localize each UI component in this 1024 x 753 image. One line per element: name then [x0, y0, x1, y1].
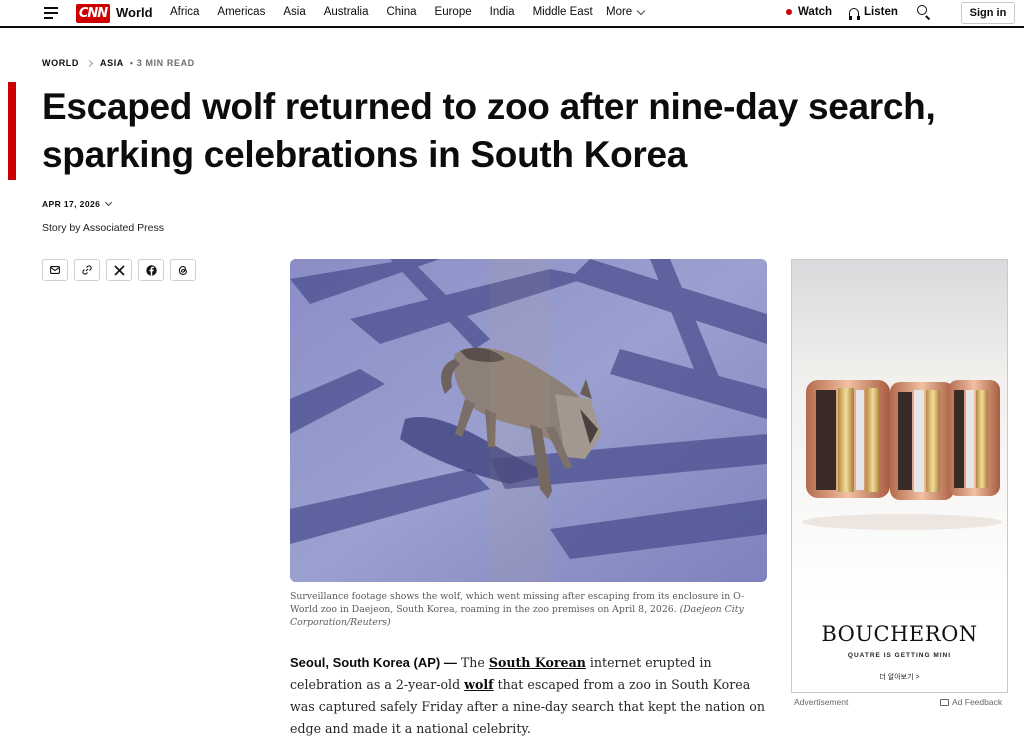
ad-brand: BOUCHERON	[821, 622, 978, 646]
ad-tagline: QUATRE IS GETTING MINI	[847, 652, 952, 659]
chevron-down-icon	[636, 6, 646, 15]
wolf-link[interactable]: wolf	[464, 677, 493, 692]
advertisement-boucheron[interactable]: BOUCHERON QUATRE IS GETTING MINI 더 알아보기 …	[791, 259, 1008, 693]
article-paragraph: Seoul, South Korea (AP) — The South Kore…	[290, 652, 768, 740]
watch-label: Watch	[798, 6, 833, 18]
share-x-button[interactable]	[106, 259, 132, 281]
threads-icon	[178, 265, 187, 275]
chevron-right-icon	[85, 59, 94, 67]
section-title[interactable]: World	[116, 5, 153, 20]
link-icon	[82, 265, 92, 275]
more-menu[interactable]: More	[606, 6, 646, 18]
read-time: • 3 MIN READ	[129, 58, 195, 68]
nav-link-australia[interactable]: Australia	[324, 6, 369, 18]
share-threads-button[interactable]	[170, 259, 196, 281]
email-icon	[50, 266, 60, 274]
share-link-button[interactable]	[74, 259, 100, 281]
image-caption: Surveillance footage shows the wolf, whi…	[290, 590, 760, 629]
dateline: Seoul, South Korea (AP) —	[290, 655, 457, 670]
caption-text: Surveillance footage shows the wolf, whi…	[290, 591, 745, 615]
breadcrumb-asia[interactable]: ASIA	[100, 58, 124, 68]
headline-accent-bar	[8, 82, 16, 180]
menu-icon[interactable]	[44, 7, 58, 19]
watch-button[interactable]: Watch	[786, 6, 832, 18]
breadcrumb: WORLD ASIA • 3 MIN READ	[42, 58, 195, 68]
south-korean-link[interactable]: South Korean	[489, 655, 586, 670]
article-headline: Escaped wolf returned to zoo after nine-…	[42, 86, 936, 175]
live-dot-icon	[786, 9, 792, 15]
body-text-1: The	[460, 655, 485, 670]
region-links: Africa Americas Asia Australia China Eur…	[170, 6, 611, 18]
facebook-icon	[145, 264, 157, 276]
listen-button[interactable]: Listen	[848, 6, 898, 20]
nav-link-asia[interactable]: Asia	[283, 6, 305, 18]
x-icon	[113, 264, 125, 276]
search-icon[interactable]	[917, 5, 931, 20]
cnn-logo[interactable]: CNN	[76, 4, 110, 23]
feedback-icon	[940, 698, 949, 706]
nav-link-americas[interactable]: Americas	[217, 6, 265, 18]
wolf-surveillance-image	[290, 259, 767, 582]
nav-link-europe[interactable]: Europe	[435, 6, 472, 18]
publish-date[interactable]: APR 17, 2026	[42, 198, 113, 209]
listen-label: Listen	[864, 6, 898, 18]
nav-link-middle-east[interactable]: Middle East	[533, 6, 593, 18]
share-facebook-button[interactable]	[138, 259, 164, 281]
share-bar	[42, 259, 196, 281]
nav-link-africa[interactable]: Africa	[170, 6, 199, 18]
ad-cta[interactable]: 더 알아보기 >	[792, 672, 1007, 682]
chevron-down-icon	[105, 198, 113, 207]
nav-link-india[interactable]: India	[490, 6, 515, 18]
more-label: More	[606, 6, 633, 18]
byline: Story by Associated Press	[42, 222, 164, 234]
article-image[interactable]	[290, 259, 767, 582]
advertisement-label: Advertisement	[794, 697, 849, 707]
rings-ad-image	[792, 260, 1007, 600]
breadcrumb-world[interactable]: WORLD	[42, 58, 79, 68]
ad-feedback-button[interactable]: Ad Feedback	[940, 697, 1002, 707]
sign-in-button[interactable]: Sign in	[961, 2, 1015, 24]
ad-feedback-label: Ad Feedback	[952, 697, 1003, 707]
top-navigation: CNN World Africa Americas Asia Australia…	[0, 0, 1024, 28]
headphones-icon	[848, 7, 860, 20]
nav-link-china[interactable]: China	[386, 6, 416, 18]
date-text: APR 17, 2026	[42, 199, 101, 209]
share-email-button[interactable]	[42, 259, 68, 281]
